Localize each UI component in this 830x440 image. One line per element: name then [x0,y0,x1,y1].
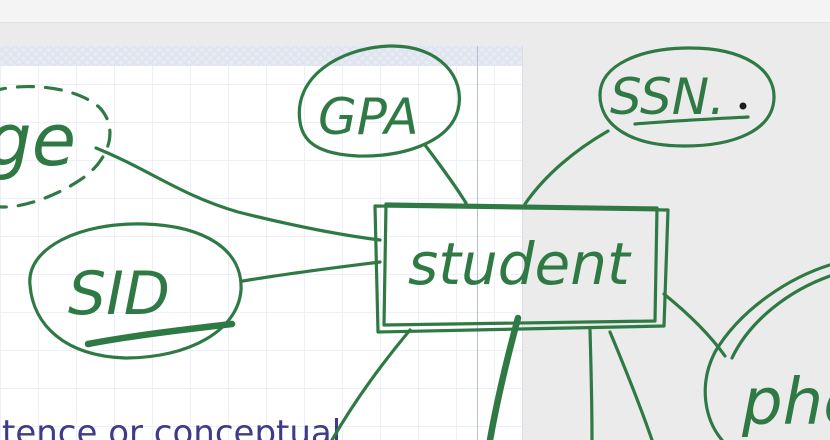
line-gpa-to-student [423,143,468,205]
line-age-to-student [94,146,382,242]
ssn-label: SSN. [610,68,725,126]
line-ssn-to-student [523,129,610,206]
line-student-down-thick [486,314,522,440]
sid-label: SID [68,259,170,329]
line-student-down-right [608,330,654,440]
phone-label-partial: pho [741,366,830,440]
line-sid-to-student [241,260,382,283]
age-label-partial: ge [0,98,76,182]
whiteboard-canvas[interactable]: tence or conceptual GPA SSN. SID g [0,0,830,440]
gpa-label: GPA [318,88,419,146]
line-student-to-phone [662,292,727,358]
pen-cursor [739,102,747,110]
student-entity-label: student [408,230,632,298]
line-student-down-mid [588,328,594,440]
line-student-down-left [330,328,412,440]
ink-layer: GPA SSN. SID ge student pho [0,44,830,440]
